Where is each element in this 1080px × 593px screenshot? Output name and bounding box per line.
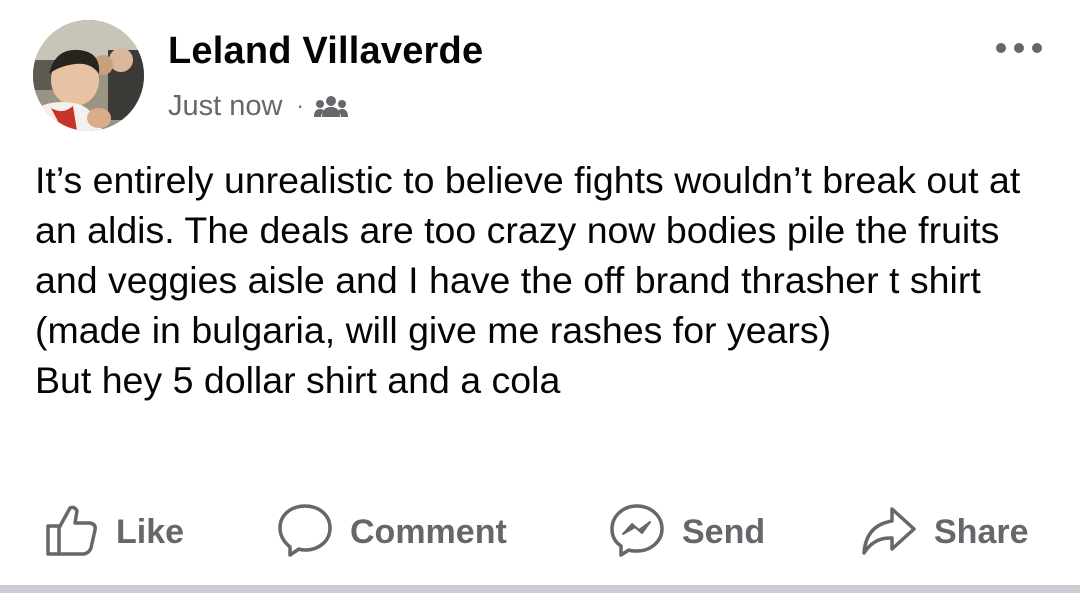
send-button[interactable]: Send bbox=[608, 500, 765, 564]
comment-button[interactable]: Comment bbox=[276, 500, 507, 564]
post-text: It’s entirely unrealistic to believe fig… bbox=[35, 159, 1021, 401]
share-arrow-icon bbox=[860, 501, 918, 564]
share-label: Share bbox=[934, 512, 1029, 551]
friends-icon[interactable] bbox=[313, 94, 348, 118]
post-timestamp[interactable]: Just now bbox=[168, 90, 282, 123]
post-divider bbox=[0, 585, 1080, 593]
post-meta: Just now · bbox=[168, 86, 348, 126]
send-label: Send bbox=[682, 512, 766, 551]
post-action-bar: Like Comment Send Share bbox=[0, 500, 1080, 564]
more-options-icon[interactable] bbox=[993, 38, 1045, 58]
meta-separator: · bbox=[296, 93, 304, 118]
thumbs-up-icon bbox=[44, 502, 100, 563]
comment-bubble-icon bbox=[276, 501, 334, 564]
author-name[interactable]: Leland Villaverde bbox=[168, 30, 483, 73]
avatar-photo bbox=[33, 20, 144, 131]
like-button[interactable]: Like bbox=[44, 500, 184, 564]
share-button[interactable]: Share bbox=[860, 500, 1029, 564]
comment-label: Comment bbox=[350, 512, 507, 551]
messenger-icon bbox=[608, 501, 666, 564]
like-label: Like bbox=[116, 512, 185, 551]
post-card: Leland Villaverde Just now · It’s entire… bbox=[0, 0, 1080, 593]
author-avatar[interactable] bbox=[33, 20, 144, 131]
